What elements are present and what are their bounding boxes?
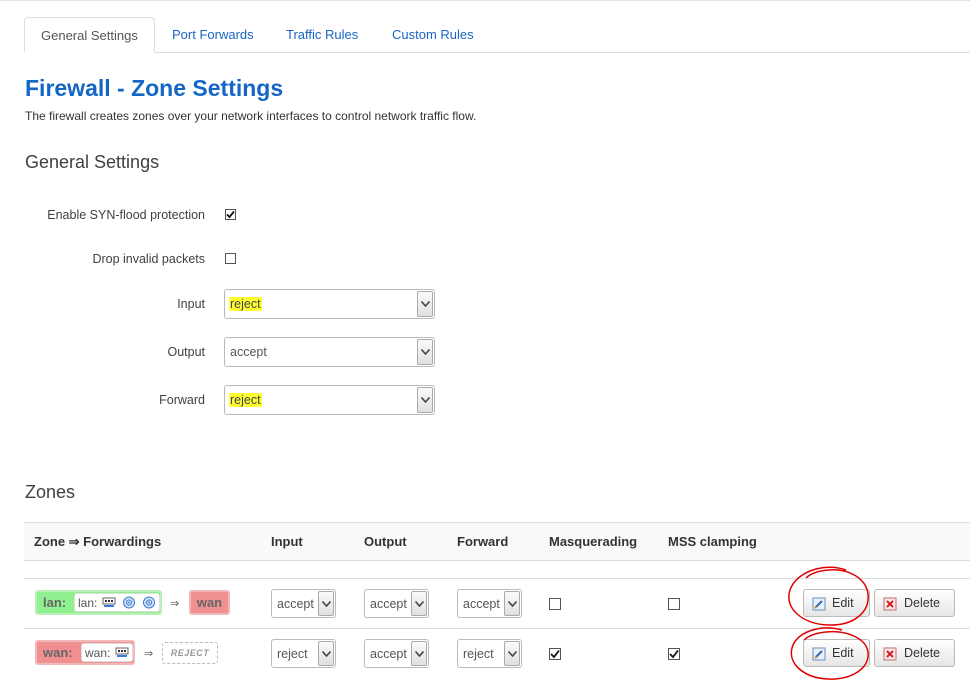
tab-custom-rules[interactable]: Custom Rules bbox=[376, 17, 490, 52]
dropdown-arrow-icon bbox=[411, 641, 427, 666]
edit-icon bbox=[812, 597, 826, 611]
col-input: Input bbox=[271, 534, 303, 549]
delete-icon bbox=[883, 647, 897, 661]
ethernet-icon bbox=[102, 597, 116, 607]
input-policy-value: reject bbox=[229, 297, 262, 311]
dropdown-arrow-icon bbox=[417, 291, 433, 317]
input-policy-label: Input bbox=[177, 297, 205, 311]
row-divider bbox=[24, 628, 970, 629]
edit-label: Edit bbox=[832, 646, 854, 660]
col-zone-forwardings: Zone ⇒ Forwardings bbox=[34, 534, 162, 549]
drop-invalid-label: Drop invalid packets bbox=[92, 252, 205, 266]
target-name: wan bbox=[196, 595, 223, 610]
wan-output-select[interactable]: accept bbox=[364, 639, 429, 668]
page-title: Firewall - Zone Settings bbox=[25, 75, 284, 101]
output-policy-select[interactable]: accept bbox=[224, 337, 435, 367]
zone-lan-badge[interactable]: lan: lan: bbox=[35, 590, 162, 615]
zones-table-header: Zone ⇒ Forwardings Input Output Forward … bbox=[24, 522, 970, 561]
output-policy-value: accept bbox=[230, 345, 267, 359]
delete-icon bbox=[883, 597, 897, 611]
network-label: wan: bbox=[85, 646, 111, 660]
delete-label: Delete bbox=[904, 596, 941, 610]
wifi-icon bbox=[123, 596, 135, 609]
lan-mss-clamping-checkbox[interactable] bbox=[668, 598, 680, 610]
checkmark-icon bbox=[550, 649, 560, 659]
lan-input-select[interactable]: accept bbox=[271, 589, 336, 618]
drop-invalid-checkbox[interactable] bbox=[225, 253, 236, 264]
network-label: lan: bbox=[78, 596, 98, 610]
dropdown-arrow-icon bbox=[504, 591, 520, 616]
lan-edit-button[interactable]: Edit bbox=[803, 589, 870, 617]
lan-delete-button[interactable]: Delete bbox=[874, 589, 955, 617]
general-settings-heading: General Settings bbox=[25, 152, 160, 172]
checkmark-icon bbox=[226, 210, 235, 219]
forward-policy-value: reject bbox=[229, 393, 262, 407]
wan-forward-select[interactable]: reject bbox=[457, 639, 522, 668]
checkmark-icon bbox=[669, 649, 679, 659]
output-policy-label: Output bbox=[167, 345, 205, 359]
tab-bar: General Settings Port Forwards Traffic R… bbox=[24, 17, 970, 53]
row-divider bbox=[24, 578, 970, 579]
col-output: Output bbox=[364, 534, 407, 549]
edit-label: Edit bbox=[832, 596, 854, 610]
forward-policy-select[interactable]: reject bbox=[224, 385, 435, 415]
lan-masquerading-checkbox[interactable] bbox=[549, 598, 561, 610]
top-border bbox=[0, 0, 970, 1]
zone-wan-badge[interactable]: wan: wan: bbox=[35, 640, 135, 665]
wan-delete-button[interactable]: Delete bbox=[874, 639, 955, 667]
wan-input-select[interactable]: reject bbox=[271, 639, 336, 668]
forward-arrow: ⇒ bbox=[170, 598, 180, 610]
tab-traffic-rules[interactable]: Traffic Rules bbox=[270, 17, 374, 52]
dropdown-arrow-icon bbox=[411, 591, 427, 616]
forward-target-wan[interactable]: wan bbox=[189, 590, 230, 615]
ethernet-icon bbox=[115, 647, 129, 657]
dropdown-arrow-icon bbox=[417, 339, 433, 365]
input-policy-select[interactable]: reject bbox=[224, 289, 435, 319]
dropdown-arrow-icon bbox=[318, 591, 334, 616]
wan-mss-clamping-checkbox[interactable] bbox=[668, 648, 680, 660]
dropdown-arrow-icon bbox=[504, 641, 520, 666]
edit-icon bbox=[812, 647, 826, 661]
wan-edit-button[interactable]: Edit bbox=[803, 639, 870, 667]
lan-forward-select[interactable]: accept bbox=[457, 589, 522, 618]
tab-general-settings[interactable]: General Settings bbox=[24, 17, 155, 53]
zone-name: lan: bbox=[43, 595, 67, 610]
lan-output-select[interactable]: accept bbox=[364, 589, 429, 618]
forward-policy-label: Forward bbox=[159, 393, 205, 407]
zone-networks: wan: bbox=[81, 643, 133, 662]
dropdown-arrow-icon bbox=[417, 387, 433, 413]
zone-networks: lan: bbox=[74, 593, 160, 612]
syn-flood-checkbox[interactable] bbox=[225, 209, 236, 220]
lan-input-value: accept bbox=[277, 596, 314, 611]
wan-masquerading-checkbox[interactable] bbox=[549, 648, 561, 660]
zones-heading: Zones bbox=[25, 482, 76, 502]
dropdown-arrow-icon bbox=[318, 641, 334, 666]
page-description: The firewall creates zones over your net… bbox=[25, 109, 477, 123]
lan-forward-value: accept bbox=[463, 596, 500, 611]
delete-label: Delete bbox=[904, 646, 941, 660]
col-forward: Forward bbox=[457, 534, 509, 549]
wifi-icon bbox=[143, 596, 155, 609]
zone-name: wan: bbox=[43, 645, 73, 660]
tab-port-forwards[interactable]: Port Forwards bbox=[156, 17, 270, 52]
col-masquerading: Masquerading bbox=[549, 534, 638, 549]
col-mss-clamping: MSS clamping bbox=[668, 534, 757, 549]
syn-flood-label: Enable SYN-flood protection bbox=[47, 208, 205, 222]
wan-output-value: accept bbox=[370, 646, 407, 661]
lan-output-value: accept bbox=[370, 596, 407, 611]
forward-arrow: ⇒ bbox=[144, 648, 154, 660]
forward-target-reject: REJECT bbox=[162, 642, 218, 664]
wan-forward-value: reject bbox=[463, 646, 494, 661]
wan-input-value: reject bbox=[277, 646, 308, 661]
